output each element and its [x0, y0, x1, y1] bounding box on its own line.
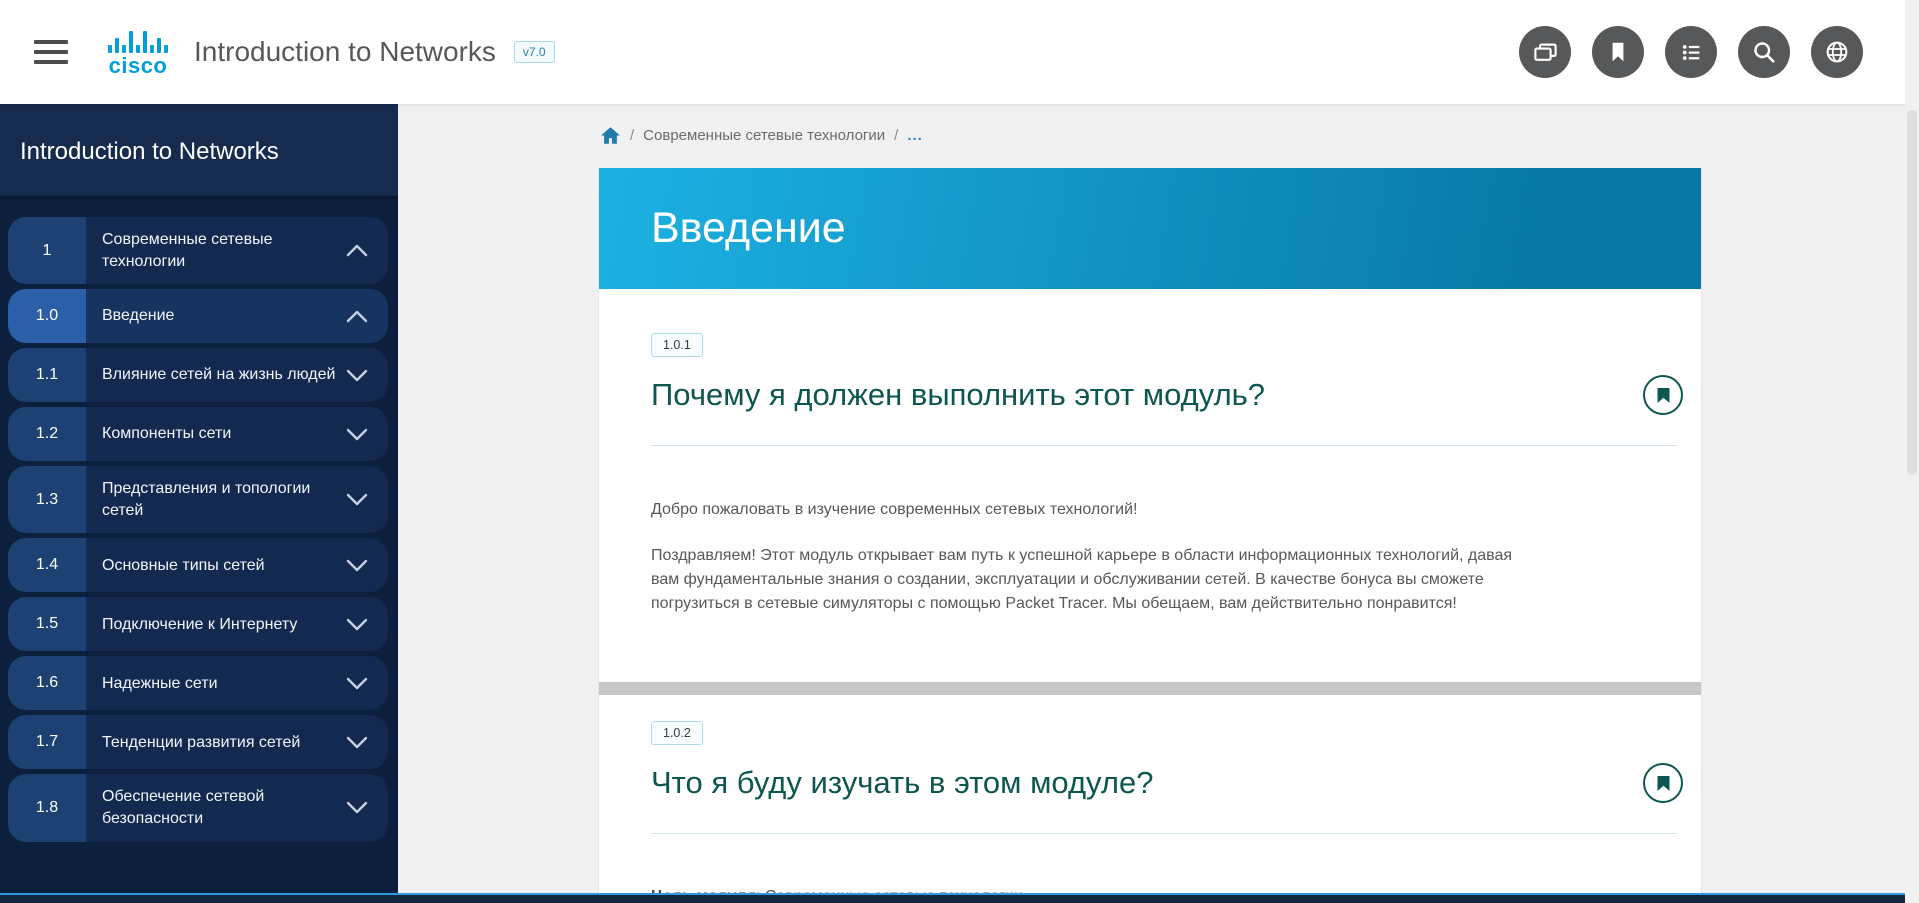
pages-button[interactable]	[1519, 26, 1571, 78]
topic-number-badge: 1.0.2	[651, 721, 703, 745]
cisco-logo-bars-icon	[108, 27, 168, 53]
sidebar-item-1.6[interactable]: 1.6 Надежные сети	[8, 656, 388, 710]
topic-heading: Что я буду изучать в этом модуле?	[651, 765, 1153, 801]
chevron-down-icon	[346, 493, 368, 506]
module-number: 1.3	[8, 466, 86, 533]
chevron-up-icon	[346, 310, 368, 323]
sidebar-item-1.5[interactable]: 1.5 Подключение к Интернету	[8, 597, 388, 651]
module-label: Представления и топологии сетей	[102, 478, 346, 521]
sidebar-item-1.2[interactable]: 1.2 Компоненты сети	[8, 407, 388, 461]
hamburger-menu-button[interactable]	[34, 40, 68, 64]
module-number: 1.6	[8, 656, 86, 710]
content-area: / Современные сетевые технологии / ... В…	[398, 104, 1919, 903]
sidebar-nav: 1 Современные сетевые технологии 1.0	[0, 199, 398, 842]
index-list-icon	[1678, 39, 1705, 66]
index-button[interactable]	[1665, 26, 1717, 78]
heading-divider	[651, 833, 1677, 834]
course-sidebar: Introduction to Networks 1 Современные с…	[0, 104, 398, 903]
module-number: 1.7	[8, 715, 86, 769]
paragraph: Поздравляем! Этот модуль открывает вам п…	[651, 544, 1533, 616]
topic-heading: Почему я должен выполнить этот модуль?	[651, 377, 1265, 413]
chevron-down-icon	[346, 801, 368, 814]
chevron-down-icon	[346, 559, 368, 572]
bookmark-icon	[1656, 775, 1671, 792]
module-number: 1.4	[8, 538, 86, 592]
module-number: 1.8	[8, 774, 86, 841]
sidebar-course-title: Introduction to Networks	[20, 138, 378, 166]
language-button[interactable]	[1811, 26, 1863, 78]
topic-section-2: 1.0.2 Что я буду изучать в этом модуле? …	[599, 695, 1701, 903]
top-bar: cisco Introduction to Networks v7.0	[0, 0, 1919, 104]
sidebar-item-1.1[interactable]: 1.1 Влияние сетей на жизнь людей	[8, 348, 388, 402]
module-number: 1	[8, 217, 86, 284]
search-button[interactable]	[1738, 26, 1790, 78]
breadcrumb-separator: /	[630, 127, 634, 144]
topic-number-badge: 1.0.1	[651, 333, 703, 357]
bookmarks-button[interactable]	[1592, 26, 1644, 78]
sidebar-item-1.3[interactable]: 1.3 Представления и топологии сетей	[8, 466, 388, 533]
module-number: 1.5	[8, 597, 86, 651]
search-icon	[1750, 38, 1778, 66]
sidebar-item-1.8[interactable]: 1.8 Обеспечение сетевой безопасности	[8, 774, 388, 841]
module-number: 1.2	[8, 407, 86, 461]
topic-section-1: 1.0.1 Почему я должен выполнить этот мод…	[599, 289, 1701, 616]
module-label: Подключение к Интернету	[102, 614, 346, 636]
module-number: 1.0	[8, 289, 86, 343]
course-title: Introduction to Networks	[194, 36, 496, 68]
chevron-down-icon	[346, 618, 368, 631]
scrollbar-thumb[interactable]	[1907, 110, 1917, 475]
globe-icon	[1823, 38, 1851, 66]
module-label: Основные типы сетей	[102, 555, 346, 577]
bookmark-topic-button[interactable]	[1643, 763, 1683, 803]
module-label: Тенденции развития сетей	[102, 732, 346, 754]
home-icon[interactable]	[600, 126, 621, 145]
breadcrumb-module-link[interactable]: Современные сетевые технологии	[643, 127, 885, 144]
bookmark-topic-button[interactable]	[1643, 375, 1683, 415]
breadcrumb-separator: /	[894, 127, 898, 144]
breadcrumb: / Современные сетевые технологии / ...	[600, 126, 923, 145]
bookmark-icon	[1656, 387, 1671, 404]
section-divider-strip	[599, 682, 1701, 695]
chevron-down-icon	[346, 428, 368, 441]
paragraph: Добро пожаловать в изучение современных …	[651, 498, 1533, 522]
module-label: Введение	[102, 305, 346, 327]
app-window: cisco Introduction to Networks v7.0	[0, 0, 1919, 903]
bookmark-icon	[1605, 39, 1631, 65]
bottom-bar	[0, 893, 1919, 903]
chevron-down-icon	[346, 369, 368, 382]
sidebar-item-1.0[interactable]: 1.0 Введение	[8, 289, 388, 343]
section-banner: Введение	[599, 168, 1701, 289]
module-label: Компоненты сети	[102, 423, 346, 445]
module-label: Влияние сетей на жизнь людей	[102, 364, 346, 386]
chevron-up-icon	[346, 244, 368, 257]
sidebar-item-1.7[interactable]: 1.7 Тенденции развития сетей	[8, 715, 388, 769]
sidebar-item-1.4[interactable]: 1.4 Основные типы сетей	[8, 538, 388, 592]
module-number: 1.1	[8, 348, 86, 402]
chevron-down-icon	[346, 736, 368, 749]
banner-title: Введение	[651, 204, 846, 253]
sidebar-item-1[interactable]: 1 Современные сетевые технологии	[8, 217, 388, 284]
lesson-card: Введение 1.0.1 Почему я должен выполнить…	[598, 168, 1702, 903]
module-label: Надежные сети	[102, 673, 346, 695]
heading-divider	[651, 445, 1677, 446]
sidebar-header: Introduction to Networks	[0, 104, 398, 199]
cisco-logo-text: cisco	[109, 55, 168, 77]
chevron-down-icon	[346, 677, 368, 690]
version-badge: v7.0	[514, 41, 555, 63]
cisco-logo: cisco	[108, 27, 168, 77]
module-label: Современные сетевые технологии	[102, 229, 346, 272]
breadcrumb-ellipsis[interactable]: ...	[907, 127, 923, 144]
pages-icon	[1532, 39, 1559, 66]
module-label: Обеспечение сетевой безопасности	[102, 786, 346, 829]
page-scrollbar[interactable]	[1905, 0, 1919, 903]
header-actions	[1519, 26, 1863, 78]
